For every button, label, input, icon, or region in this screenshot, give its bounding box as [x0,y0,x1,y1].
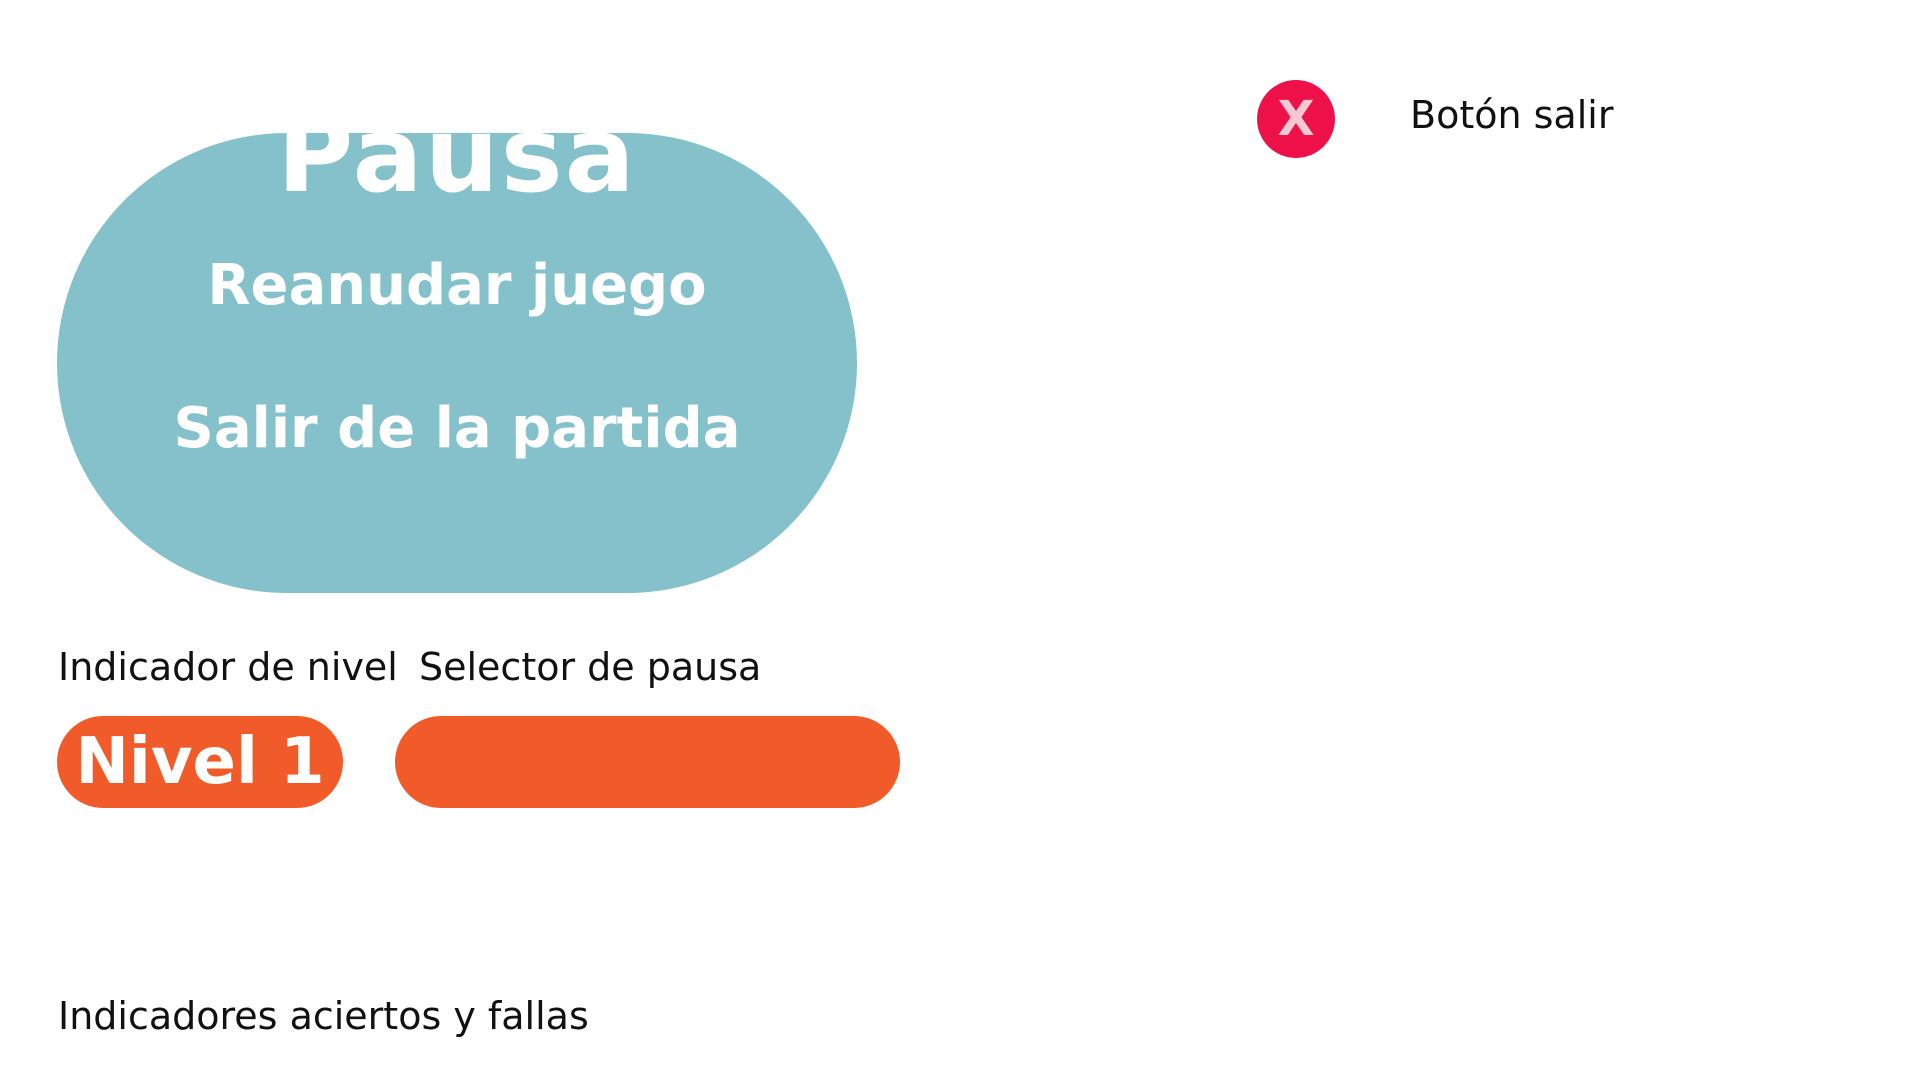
pause-selector-caption: Selector de pausa [419,645,762,689]
pause-selector-bar[interactable] [395,716,900,808]
level-label: Nivel 1 [75,725,325,799]
resume-game-button[interactable]: Reanudar juego [57,258,857,314]
exit-button-caption: Botón salir [1410,93,1614,137]
pause-menu-panel: Pausa Reanudar juego Salir de la partida [57,133,857,593]
close-icon: X [1277,91,1315,147]
exit-button[interactable]: X [1257,80,1335,158]
hits-misses-caption: Indicadores aciertos y fallas [58,994,589,1038]
level-indicator-caption: Indicador de nivel [58,645,398,689]
exit-match-button[interactable]: Salir de la partida [57,401,857,457]
pause-title: Pausa [277,133,637,216]
game-ui-sheet: Pausa Reanudar juego Salir de la partida… [0,0,1920,1080]
level-indicator-badge: Nivel 1 [57,716,343,808]
